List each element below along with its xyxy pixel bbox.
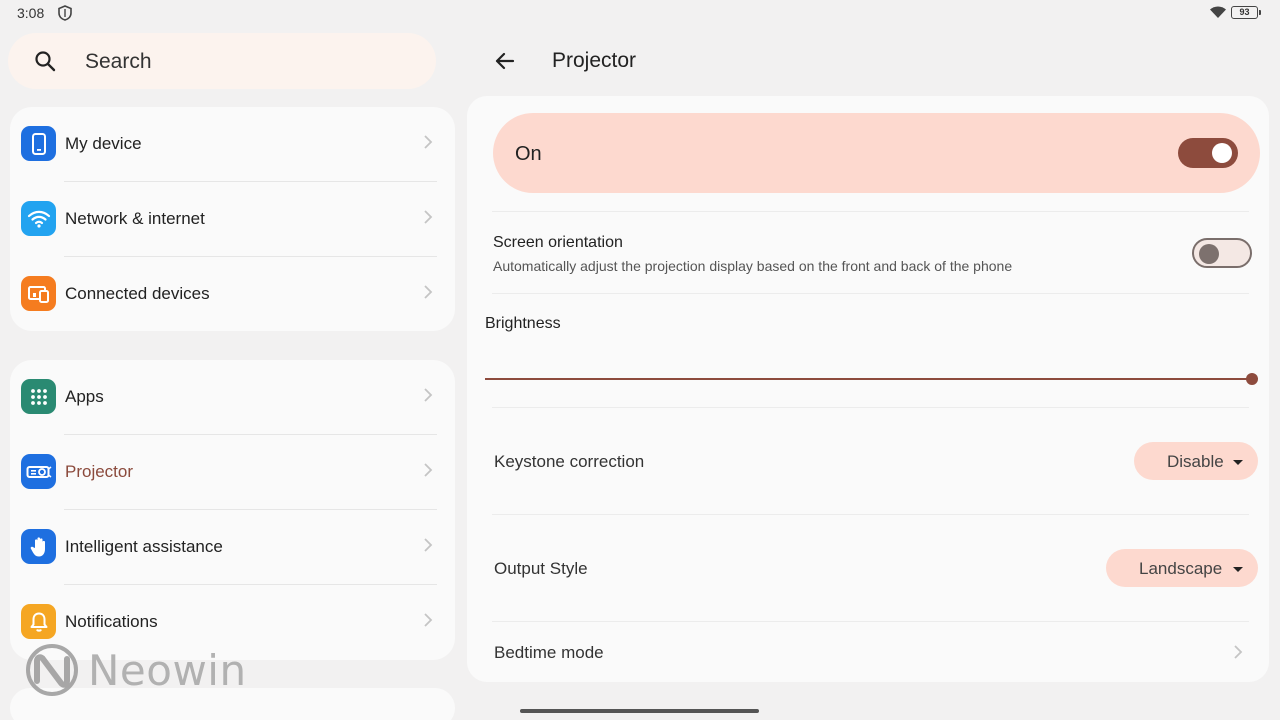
- master-toggle-row[interactable]: On: [493, 113, 1260, 193]
- watermark-text: Neowin: [88, 646, 247, 695]
- search-bar[interactable]: Search: [8, 33, 436, 89]
- keystone-correction-label: Keystone correction: [494, 452, 645, 471]
- watermark-logo-icon: [26, 644, 78, 696]
- divider: [492, 407, 1249, 408]
- screen-orientation-description: Automatically adjust the projection disp…: [493, 258, 1013, 274]
- status-time: 3:08: [17, 5, 45, 21]
- divider: [492, 514, 1249, 515]
- sidebar-group-1: My device Network & internet Connected d…: [10, 107, 455, 331]
- sidebar-item-apps[interactable]: Apps: [10, 360, 455, 435]
- search-icon: [35, 51, 56, 72]
- chevron-right-icon: [424, 210, 433, 224]
- divider: [492, 293, 1249, 294]
- chevron-right-icon: [424, 388, 433, 402]
- divider: [492, 211, 1249, 212]
- sidebar-group-2: Apps Projector Intelligent assistance No…: [10, 360, 455, 660]
- brightness-slider-thumb[interactable]: [1246, 373, 1258, 385]
- chevron-right-icon: [424, 538, 433, 552]
- caret-down-icon: [1233, 460, 1243, 465]
- caret-down-icon: [1233, 567, 1243, 572]
- projector-icon: [21, 454, 56, 489]
- bell-icon: [21, 604, 56, 639]
- sidebar-item-label: Apps: [65, 387, 104, 406]
- brightness-label: Brightness: [485, 315, 561, 332]
- status-bar: 3:08 93: [0, 0, 1280, 26]
- wifi-icon: [1210, 6, 1226, 18]
- sidebar-item-projector[interactable]: Projector: [10, 435, 455, 510]
- shield-icon: [58, 5, 72, 21]
- settings-panel: On Screen orientation Automatically adju…: [467, 96, 1269, 682]
- output-style-value: Landscape: [1139, 559, 1223, 578]
- master-toggle-label: On: [515, 143, 542, 165]
- switch-knob: [1199, 244, 1219, 264]
- master-toggle-switch[interactable]: [1178, 138, 1238, 168]
- devices-icon: [21, 276, 56, 311]
- gesture-nav-handle[interactable]: [520, 709, 759, 713]
- screen-orientation-title: Screen orientation: [493, 234, 623, 251]
- output-style-label: Output Style: [494, 559, 588, 578]
- keystone-correction-dropdown[interactable]: Disable: [1134, 442, 1258, 480]
- sidebar-item-label: Intelligent assistance: [65, 537, 223, 556]
- divider: [492, 621, 1249, 622]
- page-title: Projector: [552, 49, 637, 72]
- sidebar-item-label: Notifications: [65, 612, 158, 631]
- sidebar-item-label: Network & internet: [65, 209, 205, 228]
- output-style-dropdown[interactable]: Landscape: [1106, 549, 1258, 587]
- apps-grid-icon: [21, 379, 56, 414]
- chevron-right-icon: [424, 285, 433, 299]
- battery-level: 93: [1239, 7, 1250, 17]
- chevron-right-icon: [424, 463, 433, 477]
- hand-icon: [21, 529, 56, 564]
- switch-knob: [1212, 143, 1232, 163]
- back-arrow-icon[interactable]: [492, 49, 518, 73]
- bedtime-mode-label: Bedtime mode: [494, 643, 604, 662]
- sidebar-item-network[interactable]: Network & internet: [10, 182, 455, 257]
- watermark: Neowin: [25, 643, 246, 697]
- sidebar-item-my-device[interactable]: My device: [10, 107, 455, 182]
- search-placeholder: Search: [85, 50, 152, 73]
- chevron-right-icon: [1234, 645, 1243, 659]
- sidebar-item-connected-devices[interactable]: Connected devices: [10, 257, 455, 332]
- keystone-correction-value: Disable: [1167, 452, 1224, 471]
- wifi-icon: [21, 201, 56, 236]
- brightness-slider-track[interactable]: [485, 378, 1252, 380]
- phone-icon: [21, 126, 56, 161]
- bedtime-mode-row[interactable]: Bedtime mode: [467, 623, 1269, 682]
- chevron-right-icon: [424, 135, 433, 149]
- sidebar-item-label: My device: [65, 134, 142, 153]
- sidebar-item-label: Connected devices: [65, 284, 210, 303]
- screen-orientation-row[interactable]: Screen orientation Automatically adjust …: [467, 214, 1269, 292]
- battery-icon: 93: [1231, 6, 1261, 19]
- chevron-right-icon: [424, 613, 433, 627]
- sidebar-item-intelligent-assistance[interactable]: Intelligent assistance: [10, 510, 455, 585]
- sidebar-item-label: Projector: [65, 462, 134, 481]
- screen-orientation-switch[interactable]: [1192, 238, 1252, 268]
